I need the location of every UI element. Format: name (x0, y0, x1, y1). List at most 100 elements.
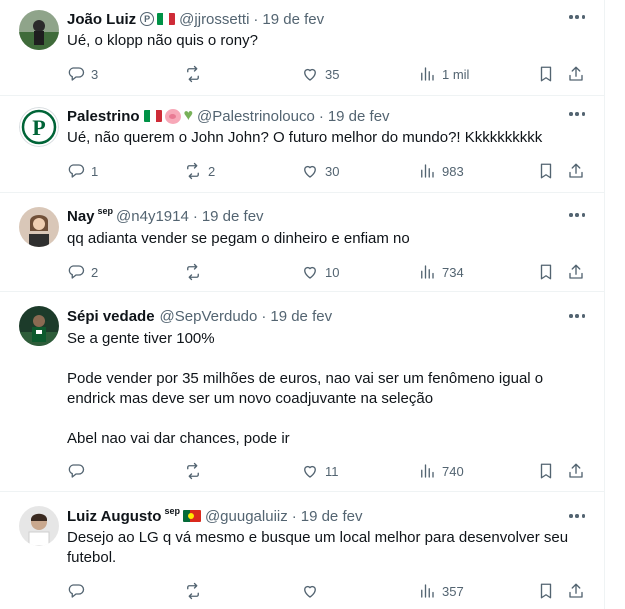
reply-icon (68, 584, 85, 598)
tweet-header: Nay sep @n4y1914 · 19 de fev (67, 206, 264, 225)
retweet-icon (187, 65, 199, 83)
author-handle[interactable]: @jjrossetti (179, 11, 249, 28)
views-icon (421, 464, 434, 478)
more-icon[interactable] (567, 107, 587, 121)
bookmark-button[interactable] (537, 161, 555, 181)
author-handle[interactable]: @Palestrinolouco (197, 108, 315, 125)
like-button[interactable]: 35 (301, 64, 339, 84)
tweet[interactable]: Nay sep @n4y1914 · 19 de fev qq adianta … (0, 194, 605, 292)
p-icon: P (140, 12, 155, 26)
views-icon (421, 265, 434, 279)
like-button[interactable] (301, 581, 325, 601)
tweet-header: Palestrino ♥ @Palestrinolouco · 19 de fe… (67, 107, 390, 125)
retweet-icon (187, 582, 199, 600)
timestamp[interactable]: 19 de fev (301, 508, 363, 525)
timestamp[interactable]: 19 de fev (202, 208, 264, 225)
retweet-button[interactable] (184, 581, 208, 601)
views-icon (421, 67, 434, 81)
bookmark-button[interactable] (537, 262, 555, 282)
author-name[interactable]: Sépi vedade (67, 308, 155, 325)
views-button[interactable]: 357 (418, 581, 464, 601)
share-button[interactable] (567, 581, 585, 601)
more-icon[interactable] (567, 509, 587, 523)
share-icon (569, 264, 583, 279)
views-button[interactable]: 1 mil (418, 64, 469, 84)
name-tag: sep (164, 506, 180, 516)
avatar[interactable] (19, 207, 59, 247)
more-icon[interactable] (567, 208, 587, 222)
author-name[interactable]: Nay (67, 208, 95, 225)
more-icon[interactable] (567, 309, 587, 323)
author-name[interactable]: Luiz Augusto (67, 508, 161, 525)
share-button[interactable] (567, 64, 585, 84)
tweet-actions: 11 740 (67, 461, 587, 481)
share-icon (569, 463, 583, 478)
like-icon (304, 68, 316, 81)
avatar[interactable] (19, 10, 59, 50)
share-button[interactable] (567, 161, 585, 181)
avatar[interactable] (19, 306, 59, 346)
bookmark-button[interactable] (537, 64, 555, 84)
views-button[interactable]: 734 (418, 262, 464, 282)
tweet[interactable]: João Luiz P @jjrossetti · 19 de fev Ué, … (0, 0, 605, 96)
like-icon (304, 266, 316, 279)
reply-feed: João Luiz P @jjrossetti · 19 de fev Ué, … (0, 0, 605, 609)
retweet-icon (187, 263, 199, 281)
reply-icon (68, 464, 85, 478)
reply-icon (68, 67, 85, 81)
reply-button[interactable]: 3 (67, 64, 98, 84)
author-name[interactable]: João Luiz (67, 11, 136, 28)
tweet-actions: 1 2 30 983 (67, 161, 587, 181)
retweet-button[interactable] (184, 262, 208, 282)
tweet-header: João Luiz P @jjrossetti · 19 de fev (67, 10, 325, 28)
green-heart-icon: ♥ (183, 107, 194, 124)
bookmark-icon (540, 163, 552, 179)
author-handle[interactable]: @guugaluiiz (205, 508, 288, 525)
more-icon[interactable] (567, 10, 587, 24)
bookmark-icon (540, 264, 552, 280)
bookmark-button[interactable] (537, 581, 555, 601)
italy-flag-icon (143, 110, 162, 122)
tweet-actions: 357 (67, 581, 587, 601)
reply-button[interactable] (67, 581, 91, 601)
like-button[interactable]: 10 (301, 262, 339, 282)
reply-button[interactable]: 2 (67, 262, 98, 282)
tweet-actions: 3 35 1 mil (67, 64, 587, 84)
reply-icon (68, 265, 85, 279)
reply-button[interactable] (67, 461, 91, 481)
author-handle[interactable]: @SepVerdudo (160, 308, 258, 325)
timestamp[interactable]: 19 de fev (328, 108, 390, 125)
bookmark-button[interactable] (537, 461, 555, 481)
like-icon (304, 585, 316, 598)
like-button[interactable]: 30 (301, 161, 339, 181)
retweet-icon (187, 462, 199, 480)
tweet-text: Ué, não querem o John John? O futuro mel… (67, 129, 543, 146)
timestamp[interactable]: 19 de fev (262, 11, 324, 28)
share-icon (569, 66, 583, 81)
tweet-header: Luiz Augusto sep @guugaluiiz · 19 de fev (67, 506, 363, 525)
author-name[interactable]: Palestrino (67, 108, 140, 125)
italy-flag-icon (157, 13, 176, 25)
retweet-button[interactable]: 2 (184, 161, 215, 181)
retweet-button[interactable] (184, 64, 208, 84)
tweet[interactable]: Luiz Augusto sep @guugaluiiz · 19 de fev… (0, 493, 605, 609)
share-button[interactable] (567, 262, 585, 282)
share-button[interactable] (567, 461, 585, 481)
timestamp[interactable]: 19 de fev (270, 308, 332, 325)
name-tag: sep (97, 206, 114, 216)
tweet[interactable]: P Palestrino ♥ @Palestrinolouco · 19 de … (0, 97, 605, 193)
views-icon (421, 584, 434, 598)
tweet[interactable]: Sépi vedade @SepVerdudo · 19 de fev Se a… (0, 293, 605, 492)
avatar[interactable]: P (19, 107, 59, 147)
tweet-actions: 2 10 734 (67, 262, 587, 282)
avatar[interactable] (19, 506, 59, 546)
tweet-text: qq adianta vender se pegam o dinheiro e … (67, 230, 410, 247)
reply-button[interactable]: 1 (67, 161, 98, 181)
views-button[interactable]: 983 (418, 161, 464, 181)
share-icon (569, 583, 583, 598)
retweet-button[interactable] (184, 461, 208, 481)
author-handle[interactable]: @n4y1914 (116, 208, 189, 225)
like-button[interactable]: 11 (301, 461, 339, 481)
share-icon (569, 163, 583, 178)
views-button[interactable]: 740 (418, 461, 464, 481)
